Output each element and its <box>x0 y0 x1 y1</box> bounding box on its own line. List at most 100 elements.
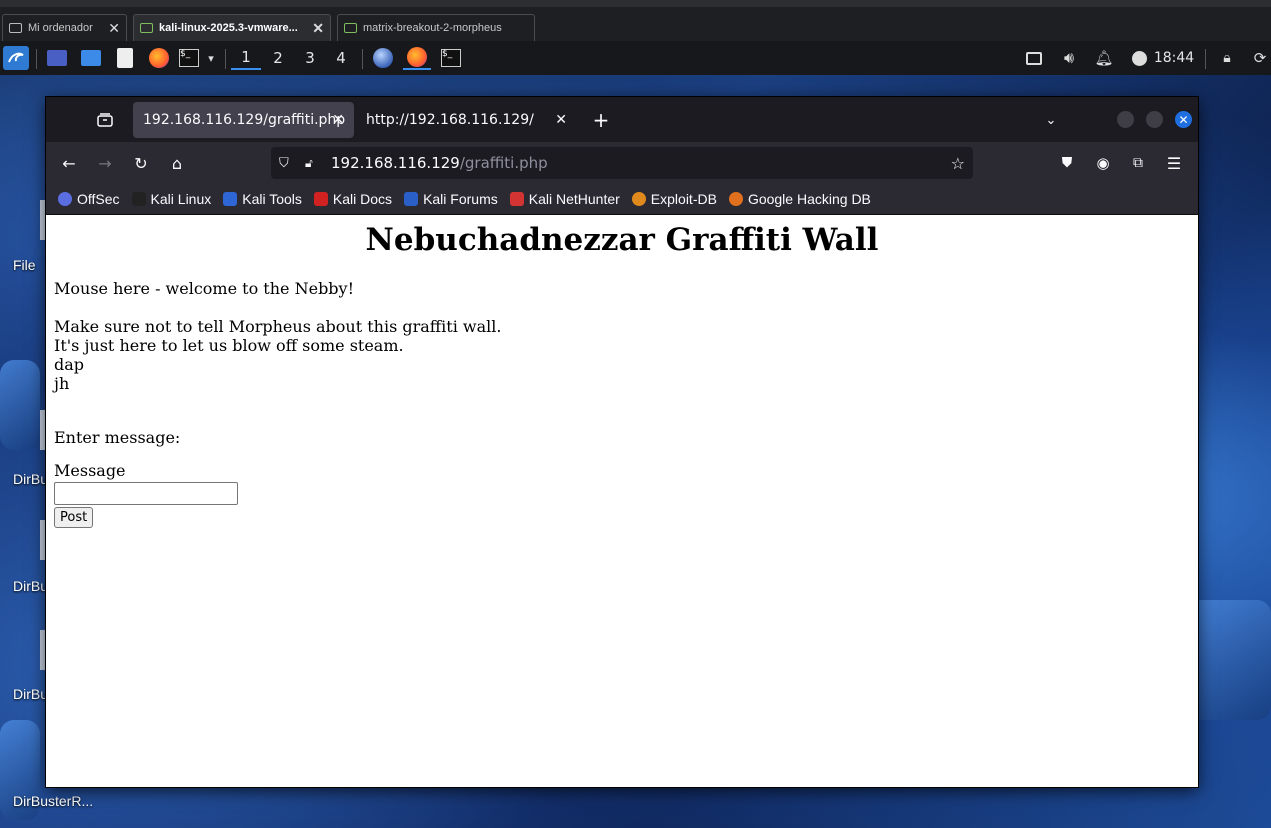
notification-bell-icon[interactable]: 🔔︎ <box>1093 46 1115 70</box>
close-icon[interactable]: ✕ <box>108 20 120 37</box>
wall-line: It's just here to let us blow off some s… <box>54 336 404 356</box>
bookmark-kali-docs[interactable]: Kali Docs <box>313 191 393 207</box>
minimize-button[interactable] <box>1117 111 1134 128</box>
desktop-label[interactable]: DirBusterR... <box>13 793 93 809</box>
close-tab-icon[interactable]: ✕ <box>555 112 567 128</box>
desktop-label[interactable]: DirBu <box>13 686 48 702</box>
insecure-lock-icon[interactable]: 🔓︎ <box>305 156 319 171</box>
desktop-label[interactable]: DirBu <box>13 471 48 487</box>
extensions-icon[interactable]: ⧉ <box>1127 152 1149 174</box>
firefox-icon[interactable] <box>147 46 171 70</box>
desktop-file-icon[interactable] <box>40 520 45 560</box>
logout-icon[interactable]: ⟳ <box>1250 46 1270 70</box>
home-icon[interactable]: ⌂ <box>166 152 188 174</box>
page-title: Nebuchadnezzar Graffiti Wall <box>365 222 879 258</box>
browser-tab-graffiti[interactable]: 192.168.116.129/graffiti.php ✕ <box>133 102 354 138</box>
workspace-3[interactable]: 3 <box>295 46 325 70</box>
power-status-icon[interactable] <box>1128 46 1150 70</box>
desktop-label[interactable]: File <box>13 257 36 273</box>
browser-tab-bar: 192.168.116.129/graffiti.php ✕ http://19… <box>46 97 1198 142</box>
post-button[interactable]: Post <box>54 507 94 529</box>
browser-tab-home[interactable]: http://192.168.116.129/ ✕ <box>356 102 577 138</box>
bookmark-label: Exploit-DB <box>650 191 717 207</box>
chevron-down-icon[interactable]: ▾ <box>204 46 218 70</box>
clock[interactable]: 18:44 <box>1153 46 1195 70</box>
message-form: Message Post <box>54 461 1190 529</box>
vm-tab-kali[interactable]: kali-linux-2025.3-vmware... ✕ <box>133 14 331 41</box>
back-icon[interactable]: ← <box>58 152 80 174</box>
vm-tab-matrix[interactable]: matrix-breakout-2-morpheus <box>337 14 535 41</box>
offsec-icon <box>58 192 72 206</box>
file-manager-icon[interactable] <box>79 46 103 70</box>
vm-tab-my-computer[interactable]: Mi ordenador ✕ <box>2 14 127 41</box>
url-host: 192.168.116.129 <box>331 154 460 172</box>
desktop-label[interactable]: DirBu <box>13 578 48 594</box>
forward-icon[interactable]: → <box>94 152 116 174</box>
desktop-file-icon[interactable] <box>40 630 45 670</box>
page-content: Nebuchadnezzar Graffiti Wall Mouse here … <box>46 215 1198 787</box>
bookmark-offsec[interactable]: OffSec <box>58 191 120 207</box>
shield-icon[interactable]: ⛉ <box>279 156 295 171</box>
desktop-file-icon[interactable] <box>40 410 45 450</box>
message-label: Message <box>54 461 126 481</box>
display-icon[interactable] <box>1023 46 1045 70</box>
globe-app-icon[interactable] <box>370 46 396 70</box>
vm-tab-label: Mi ordenador <box>28 22 93 34</box>
top-panel: $_ ▾ 1 2 3 4 $_ 🔊︎ 🔔︎ 18:44 🔒︎ ⟳ <box>0 41 1271 75</box>
bookmark-label: OffSec <box>77 191 120 207</box>
bookmark-label: Kali Docs <box>332 191 393 207</box>
terminal-window-icon[interactable]: $_ <box>438 46 464 70</box>
computer-icon <box>9 23 22 33</box>
bookmark-kali-nethunter[interactable]: Kali NetHunter <box>509 191 620 207</box>
wallpaper-cube <box>0 360 40 450</box>
text-editor-icon[interactable] <box>113 46 137 70</box>
bookmarks-toolbar: OffSec Kali Linux Kali Tools Kali Docs K… <box>46 184 1198 215</box>
new-tab-icon[interactable]: + <box>590 108 612 132</box>
bookmark-kali-tools[interactable]: Kali Tools <box>223 191 302 207</box>
kali-forums-icon <box>404 192 419 206</box>
volume-icon[interactable]: 🔊︎ <box>1058 46 1080 70</box>
reload-icon[interactable]: ↻ <box>130 152 152 174</box>
tab-groups-icon[interactable] <box>94 110 116 130</box>
wall-line: Make sure not to tell Morpheus about thi… <box>54 317 502 337</box>
wall-line: dap <box>54 355 85 375</box>
vm-tab-label: matrix-breakout-2-morpheus <box>363 22 502 34</box>
bookmark-star-icon[interactable]: ☆ <box>951 154 965 173</box>
panel-separator <box>36 49 37 69</box>
desktop-file-icon[interactable] <box>40 200 45 240</box>
bookmark-kali-forums[interactable]: Kali Forums <box>404 191 498 207</box>
kali-menu-icon[interactable] <box>3 46 29 70</box>
close-icon[interactable]: ✕ <box>312 20 324 37</box>
workspace-4[interactable]: 4 <box>326 46 356 70</box>
ghdb-icon <box>728 192 743 206</box>
pocket-icon[interactable]: ⛊ <box>1056 152 1078 174</box>
terminal-icon[interactable]: $_ <box>177 46 201 70</box>
maximize-button[interactable] <box>1146 111 1163 128</box>
enter-message-heading: Enter message: <box>54 428 181 448</box>
exploitdb-icon <box>631 192 646 206</box>
close-window-button[interactable]: ✕ <box>1175 111 1192 128</box>
graffiti-wall: Make sure not to tell Morpheus about thi… <box>54 317 1190 393</box>
url-bar[interactable]: ⛉ 🔓︎ 192.168.116.129/graffiti.php ☆ <box>271 147 973 179</box>
bookmark-kali-linux[interactable]: Kali Linux <box>131 191 211 207</box>
show-desktop-icon[interactable] <box>45 46 69 70</box>
message-input[interactable] <box>54 482 238 506</box>
workspace-2[interactable]: 2 <box>263 46 293 70</box>
close-tab-icon[interactable]: ✕ <box>332 112 344 128</box>
bookmark-exploit-db[interactable]: Exploit-DB <box>631 191 717 207</box>
bookmark-label: Kali NetHunter <box>528 191 620 207</box>
nethunter-icon <box>509 192 524 206</box>
url-path: /graffiti.php <box>459 154 548 172</box>
bookmark-ghdb[interactable]: Google Hacking DB <box>728 191 871 207</box>
vm-icon <box>344 23 357 33</box>
firefox-window-icon[interactable] <box>403 46 431 70</box>
kali-tools-icon <box>223 192 238 206</box>
lock-icon[interactable]: 🔒︎ <box>1217 46 1237 70</box>
menu-hamburger-icon[interactable]: ☰ <box>1163 152 1185 174</box>
workspace-1[interactable]: 1 <box>231 46 261 70</box>
list-tabs-chevron-icon[interactable]: ⌄ <box>1040 109 1062 131</box>
navigation-toolbar: ← → ↻ ⌂ ⛉ 🔓︎ 192.168.116.129/graffiti.ph… <box>46 142 1198 184</box>
account-icon[interactable]: ◉ <box>1092 152 1114 174</box>
kali-docs-icon <box>313 192 328 206</box>
browser-tab-label: 192.168.116.129/graffiti.php <box>143 112 346 128</box>
